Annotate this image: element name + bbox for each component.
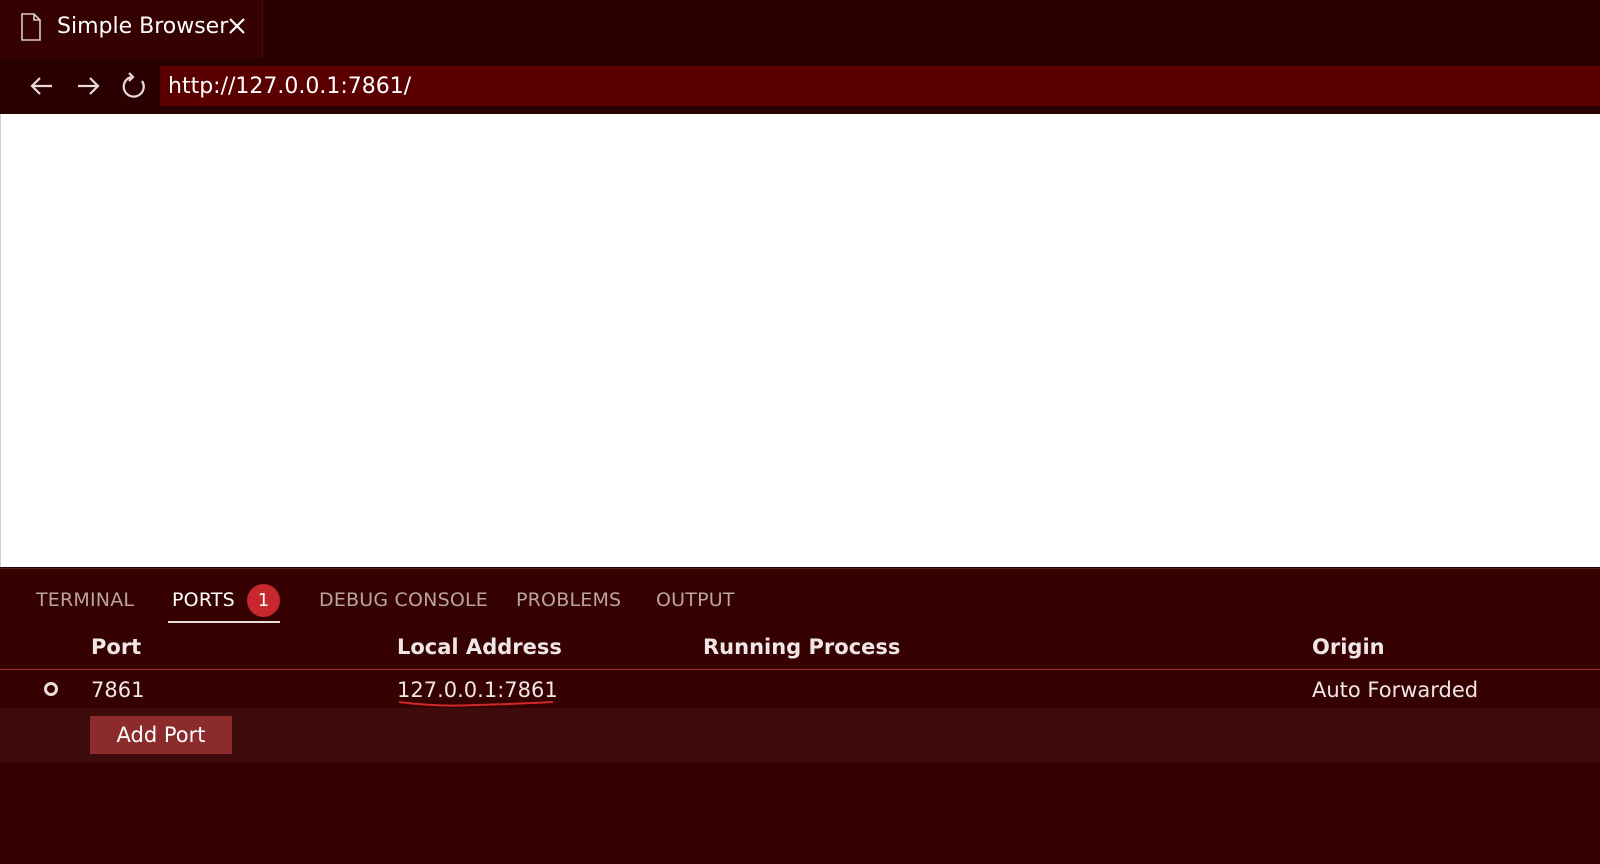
underline-annotation — [398, 701, 554, 707]
browser-viewport[interactable] — [0, 114, 1600, 567]
tab-title: Simple Browser — [57, 14, 229, 39]
add-port-button[interactable]: Add Port — [90, 716, 232, 754]
add-port-row: Add Port — [0, 708, 1600, 762]
back-arrow-icon[interactable] — [26, 70, 58, 102]
port-cell: 7861 — [91, 678, 145, 702]
column-header-running-process[interactable]: Running Process — [703, 635, 900, 659]
editor-tab-bar: Simple Browser — [0, 0, 1600, 58]
tab-output[interactable]: OUTPUT — [656, 589, 735, 611]
tab-debug-console[interactable]: DEBUG CONSOLE — [319, 589, 488, 611]
tab-problems[interactable]: PROBLEMS — [516, 589, 621, 611]
table-row[interactable]: 7861 127.0.0.1:7861 Auto Forwarded — [0, 670, 1600, 708]
close-icon[interactable] — [226, 14, 248, 38]
browser-nav-bar: http://127.0.0.1:7861/ — [0, 58, 1600, 114]
column-header-origin[interactable]: Origin — [1312, 635, 1385, 659]
active-tab-indicator — [168, 621, 280, 623]
address-bar-url: http://127.0.0.1:7861/ — [168, 73, 412, 99]
tab-terminal[interactable]: TERMINAL — [36, 589, 134, 611]
origin-cell: Auto Forwarded — [1312, 678, 1479, 702]
forward-arrow-icon[interactable] — [72, 70, 104, 102]
bottom-panel: TERMINAL PORTS 1 DEBUG CONSOLE PROBLEMS … — [0, 568, 1600, 864]
tab-simple-browser[interactable]: Simple Browser — [0, 0, 263, 58]
column-header-port[interactable]: Port — [91, 635, 141, 659]
reload-icon[interactable] — [118, 70, 150, 102]
file-icon — [21, 13, 41, 41]
column-header-local-address[interactable]: Local Address — [397, 635, 562, 659]
ports-count-badge: 1 — [247, 584, 280, 617]
tab-ports[interactable]: PORTS — [172, 589, 235, 611]
address-bar[interactable]: http://127.0.0.1:7861/ — [160, 66, 1600, 106]
port-status-icon — [44, 682, 58, 696]
